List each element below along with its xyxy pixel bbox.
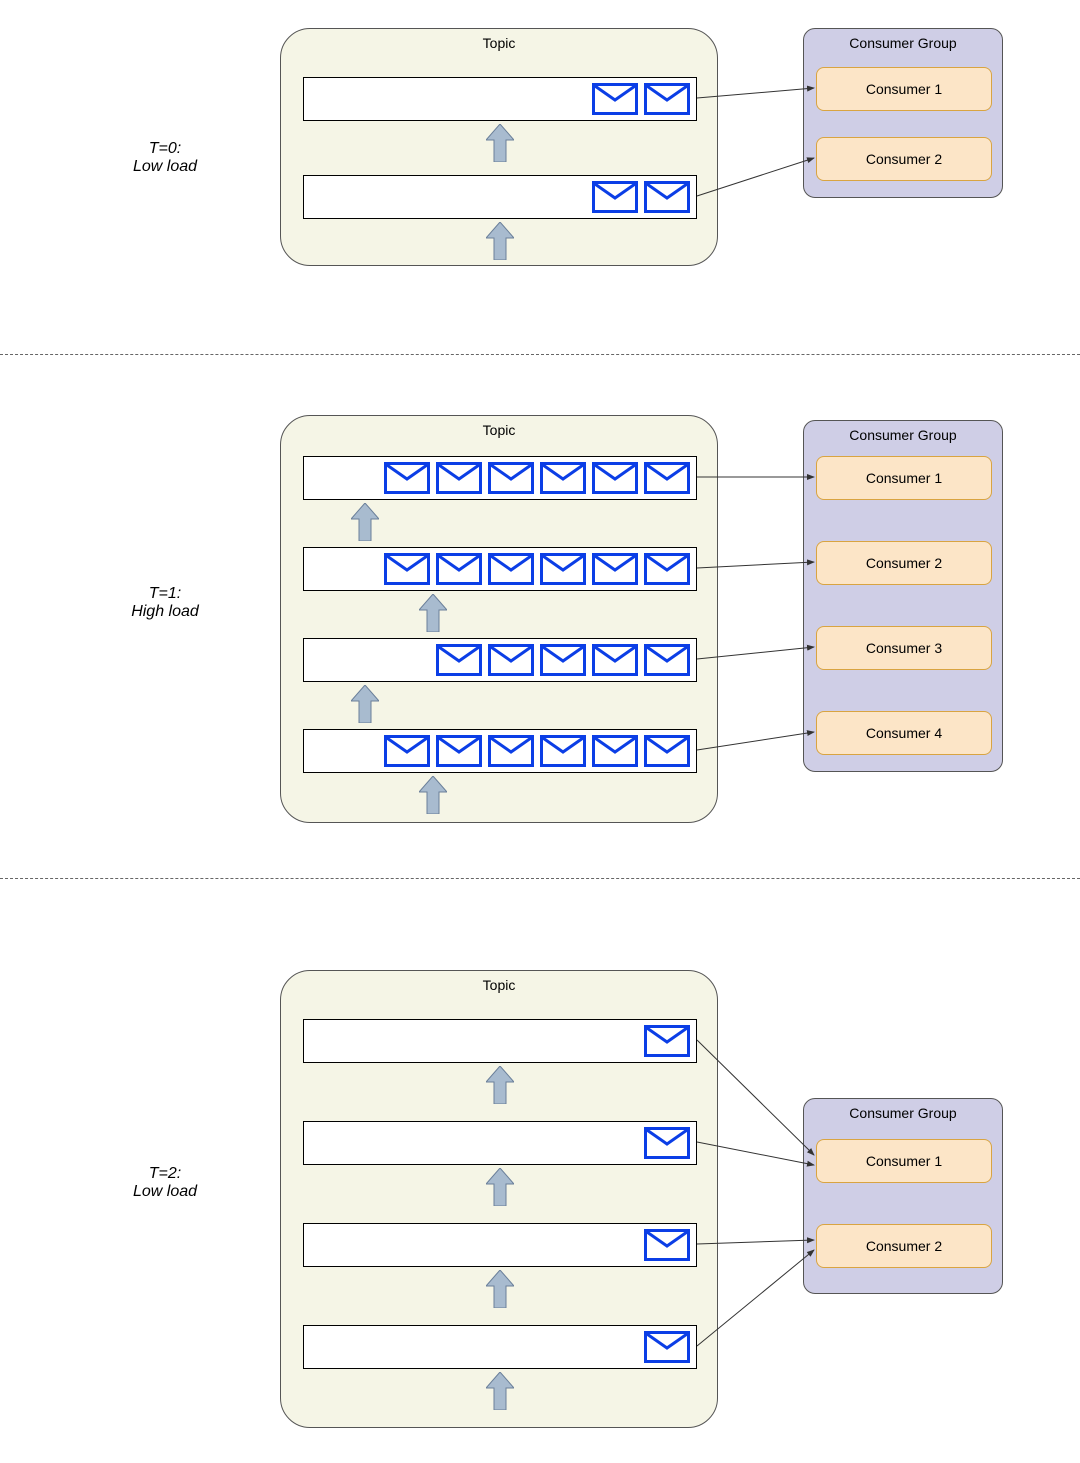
- consumer-label: Consumer 1: [866, 470, 942, 486]
- consumer-box: Consumer 1: [816, 67, 992, 111]
- offset-arrow-icon: [486, 1066, 514, 1104]
- message-icon: [436, 462, 482, 494]
- partition-t0-0: [303, 77, 697, 121]
- message-icon: [592, 644, 638, 676]
- message-icon: [384, 735, 430, 767]
- topic-box-t1: Topic: [280, 415, 718, 823]
- consumer-label: Consumer 1: [866, 1153, 942, 1169]
- consumer-label: Consumer 4: [866, 725, 942, 741]
- consumer-box: Consumer 1: [816, 1139, 992, 1183]
- partition-t2-1: [303, 1121, 697, 1165]
- message-icon: [592, 553, 638, 585]
- message-icon: [540, 735, 586, 767]
- offset-arrow-icon: [486, 1168, 514, 1206]
- message-icon: [488, 735, 534, 767]
- offset-arrow-icon: [351, 685, 379, 723]
- offset-arrow-icon: [351, 503, 379, 541]
- message-icon: [592, 735, 638, 767]
- time-label-t0-line2: Low load: [95, 158, 235, 176]
- message-icon: [384, 462, 430, 494]
- message-icon: [488, 644, 534, 676]
- message-icon: [540, 644, 586, 676]
- partition-t2-2: [303, 1223, 697, 1267]
- topic-box-t0: Topic: [280, 28, 718, 266]
- partition-t1-3: [303, 729, 697, 773]
- consumer-group-title: Consumer Group: [804, 35, 1002, 51]
- message-icon: [644, 462, 690, 494]
- partition-t2-0: [303, 1019, 697, 1063]
- message-icon: [592, 181, 638, 213]
- message-icon: [644, 553, 690, 585]
- section-divider-2: [0, 878, 1080, 879]
- section-t2: T=2: Low load Topic Consumer Group Consu…: [0, 930, 1080, 1450]
- offset-arrow-icon: [486, 124, 514, 162]
- consumer-box: Consumer 2: [816, 541, 992, 585]
- consumer-label: Consumer 2: [866, 1238, 942, 1254]
- consumer-box: Consumer 3: [816, 626, 992, 670]
- time-label-t2-line1: T=2:: [95, 1165, 235, 1183]
- topic-box-t2: Topic: [280, 970, 718, 1428]
- message-icon: [644, 735, 690, 767]
- topic-title: Topic: [281, 422, 717, 438]
- consumer-group-t0: Consumer Group Consumer 1 Consumer 2: [803, 28, 1003, 198]
- partition-t1-2: [303, 638, 697, 682]
- message-icon: [644, 1025, 690, 1057]
- consumer-group-title: Consumer Group: [804, 1105, 1002, 1121]
- message-icon: [436, 553, 482, 585]
- time-label-t1: T=1: High load: [95, 585, 235, 621]
- offset-arrow-icon: [486, 1270, 514, 1308]
- consumer-label: Consumer 3: [866, 640, 942, 656]
- consumer-label: Consumer 2: [866, 555, 942, 571]
- time-label-t0-line1: T=0:: [95, 140, 235, 158]
- message-icon: [644, 181, 690, 213]
- offset-arrow-icon: [419, 776, 447, 814]
- message-icon: [540, 462, 586, 494]
- section-t1: T=1: High load Topic: [0, 390, 1080, 840]
- section-divider-1: [0, 354, 1080, 355]
- consumer-box: Consumer 4: [816, 711, 992, 755]
- message-icon: [644, 1331, 690, 1363]
- consumer-box: Consumer 2: [816, 137, 992, 181]
- time-label-t1-line1: T=1:: [95, 585, 235, 603]
- time-label-t0: T=0: Low load: [95, 140, 235, 176]
- consumer-label: Consumer 2: [866, 151, 942, 167]
- message-icon: [436, 644, 482, 676]
- message-icon: [644, 1229, 690, 1261]
- message-icon: [540, 553, 586, 585]
- offset-arrow-icon: [419, 594, 447, 632]
- consumer-box: Consumer 2: [816, 1224, 992, 1268]
- time-label-t1-line2: High load: [95, 603, 235, 621]
- message-icon: [488, 462, 534, 494]
- topic-title: Topic: [281, 35, 717, 51]
- message-icon: [592, 462, 638, 494]
- consumer-box: Consumer 1: [816, 456, 992, 500]
- message-icon: [436, 735, 482, 767]
- partition-t2-3: [303, 1325, 697, 1369]
- message-icon: [384, 553, 430, 585]
- offset-arrow-icon: [486, 1372, 514, 1410]
- partition-t0-1: [303, 175, 697, 219]
- message-icon: [644, 1127, 690, 1159]
- section-t0: T=0: Low load Topic Consumer Group Consu…: [0, 0, 1080, 340]
- time-label-t2: T=2: Low load: [95, 1165, 235, 1201]
- consumer-group-t2: Consumer Group Consumer 1 Consumer 2: [803, 1098, 1003, 1294]
- message-icon: [644, 83, 690, 115]
- partition-t1-0: [303, 456, 697, 500]
- message-icon: [644, 644, 690, 676]
- partition-t1-1: [303, 547, 697, 591]
- consumer-group-t1: Consumer Group Consumer 1 Consumer 2 Con…: [803, 420, 1003, 772]
- message-icon: [488, 553, 534, 585]
- time-label-t2-line2: Low load: [95, 1183, 235, 1201]
- consumer-label: Consumer 1: [866, 81, 942, 97]
- topic-title: Topic: [281, 977, 717, 993]
- consumer-group-title: Consumer Group: [804, 427, 1002, 443]
- offset-arrow-icon: [486, 222, 514, 260]
- message-icon: [592, 83, 638, 115]
